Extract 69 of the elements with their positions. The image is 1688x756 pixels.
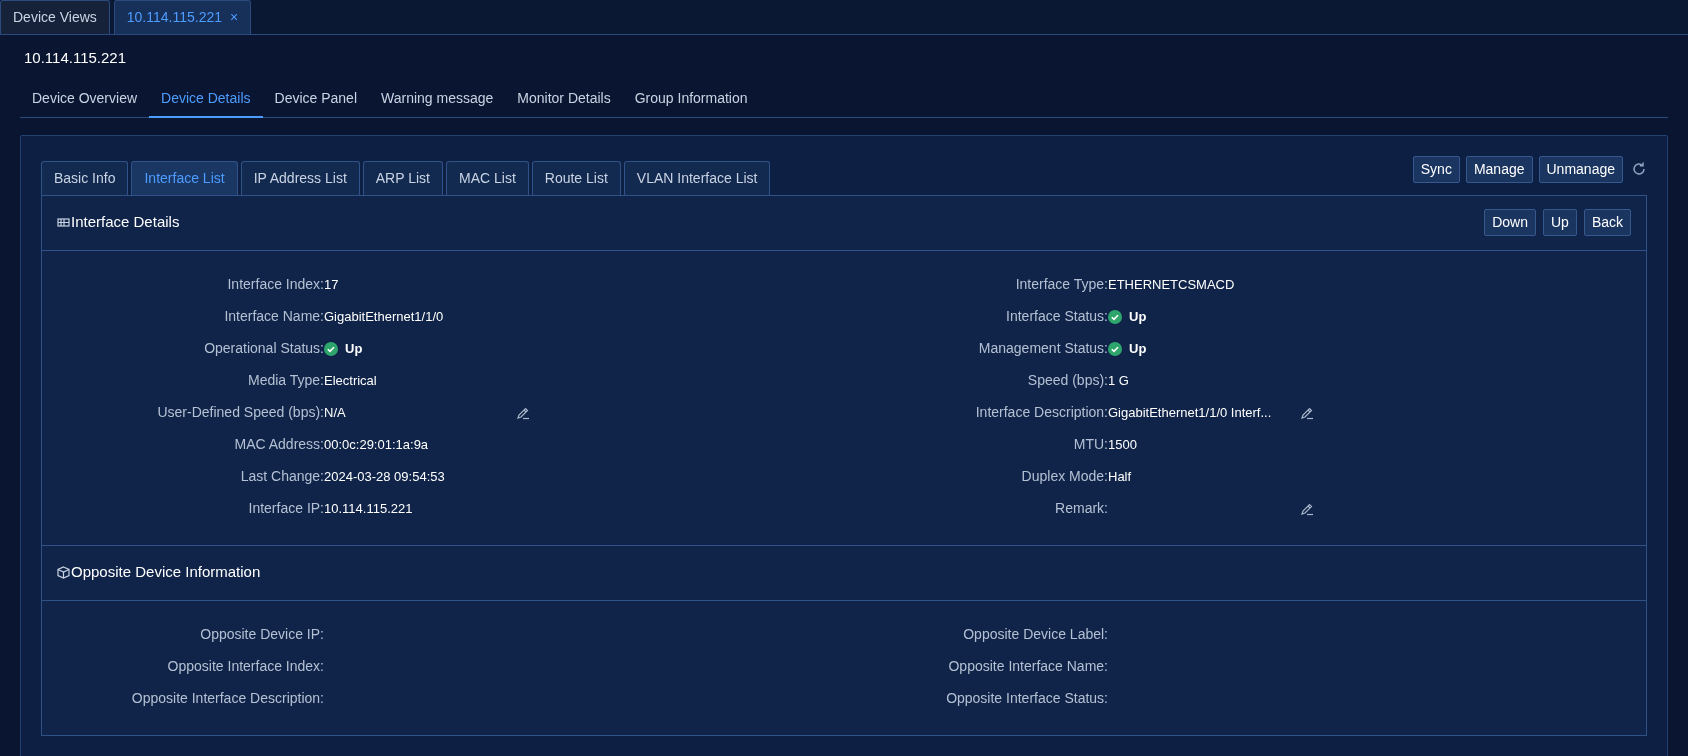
field-label: Opposite Interface Description: (130, 689, 324, 708)
field-label: Speed (bps): (1026, 371, 1108, 390)
field-value: Electrical (324, 371, 377, 390)
field-label: Interface Type: (1014, 275, 1108, 294)
field-value: 1500 (1108, 435, 1137, 454)
tab-label: 10.114.115.221 (126, 8, 223, 27)
field-label: Management Status: (977, 339, 1108, 358)
field-label: User-Defined Speed (bps): (156, 403, 324, 422)
sub-tab[interactable]: Basic Info (41, 160, 129, 195)
field-label: Interface Index: (226, 275, 324, 294)
edit-icon[interactable] (1300, 501, 1314, 516)
sub-tab[interactable]: IP Address List (240, 160, 360, 195)
field-value: ETHERNETCSMACD (1108, 275, 1235, 294)
toolbar-button[interactable]: Unmanage (1538, 155, 1623, 183)
field-label: Remark: (1054, 499, 1108, 518)
action-button[interactable]: Up (1542, 209, 1577, 236)
cube-icon (57, 566, 70, 579)
toolbar-button[interactable]: Manage (1465, 155, 1533, 183)
nav-tab[interactable]: Monitor Details (505, 87, 623, 117)
nav-tab[interactable]: Device Details (149, 87, 263, 118)
field-value: 1 G (1108, 371, 1129, 390)
nav-tab[interactable]: Warning message (369, 87, 506, 117)
field-value: 2024-03-28 09:54:53 (324, 467, 445, 486)
field-label: Opposite Interface Name: (947, 657, 1108, 676)
refresh-icon[interactable] (1631, 161, 1647, 177)
field-label: Interface Status: (1005, 307, 1108, 326)
field-label: Opposite Device Label: (962, 625, 1108, 644)
action-button[interactable]: Back (1583, 209, 1631, 236)
sub-tab[interactable]: Interface List (131, 160, 238, 195)
field-label: Opposite Interface Index: (166, 657, 324, 676)
field-value: 17 (324, 275, 339, 294)
field-value: GigabitEthernet1/1/0 Interf... (1108, 403, 1272, 422)
field-label: MTU: (1072, 435, 1108, 454)
nav-tab[interactable]: Device Overview (20, 87, 150, 117)
field-label: Interface Name: (223, 307, 324, 326)
nav-tab[interactable]: Group Information (622, 87, 760, 117)
nav-tab[interactable]: Device Panel (262, 87, 369, 117)
status-value: Up (1129, 307, 1147, 326)
field-value: 00:0c:29:01:1a:9a (324, 435, 429, 454)
field-label: MAC Address: (233, 435, 324, 454)
field-label: Media Type: (247, 371, 324, 390)
field-value: GigabitEthernet1/1/0 (324, 307, 444, 326)
field-value: Half (1108, 467, 1132, 486)
sub-tab[interactable]: ARP List (362, 160, 443, 195)
toolbar-button[interactable]: Sync (1412, 155, 1460, 183)
window-tab[interactable]: 10.114.115.221 × (113, 0, 252, 34)
field-label: Operational Status: (203, 339, 324, 358)
field-value: N/A (324, 403, 346, 422)
status-value: Up (1129, 339, 1147, 358)
field-label: Interface IP: (247, 499, 324, 518)
sub-tab[interactable]: MAC List (446, 160, 529, 195)
sub-tab[interactable]: Route List (531, 160, 621, 195)
field-label: Last Change: (239, 467, 324, 486)
status-value: Up (345, 339, 363, 358)
close-icon[interactable]: × (230, 7, 239, 28)
window-tab[interactable]: Device Views (0, 0, 110, 34)
interface-icon (57, 216, 70, 229)
page-title: 10.114.115.221 (24, 48, 128, 68)
sub-tab[interactable]: VLAN Interface List (623, 160, 771, 195)
field-label: Duplex Mode: (1020, 467, 1108, 486)
edit-icon[interactable] (516, 405, 530, 420)
field-label: Opposite Interface Status: (945, 689, 1108, 708)
action-button[interactable]: Down (1484, 209, 1536, 236)
field-value: 10.114.115.221 (324, 499, 413, 518)
edit-icon[interactable] (1300, 405, 1314, 420)
field-label: Interface Description: (974, 403, 1108, 422)
field-label: Opposite Device IP: (199, 625, 324, 644)
section-title: Opposite Device Information (71, 562, 261, 583)
section-title: Interface Details (71, 212, 180, 233)
